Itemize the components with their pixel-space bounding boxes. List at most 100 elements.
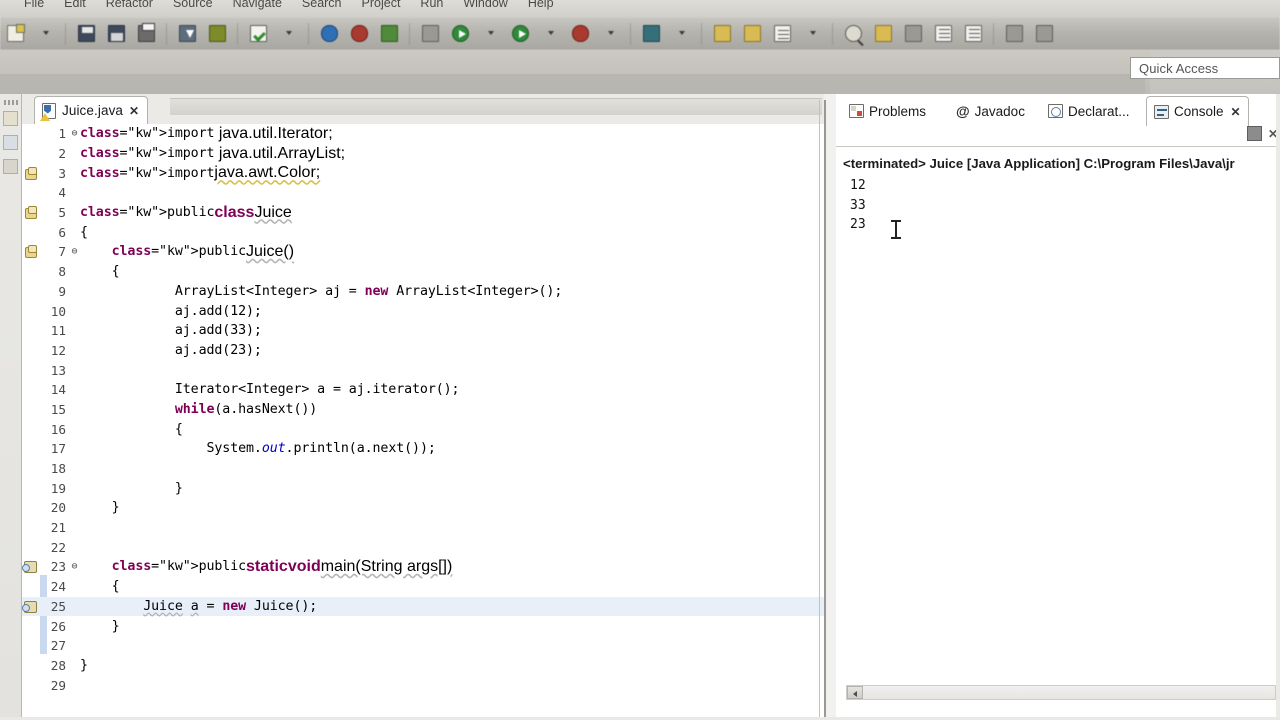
new-class-button[interactable] xyxy=(769,21,795,47)
code-line-5[interactable]: 5 class="kw">public class Juice xyxy=(22,203,824,223)
warning-marker-icon[interactable] xyxy=(24,206,40,220)
outline-icon[interactable] xyxy=(3,159,18,174)
menu-item-source[interactable]: Source xyxy=(163,0,223,10)
code-line-24[interactable]: 24 { xyxy=(22,577,824,597)
tab-declaration[interactable]: Declarat... xyxy=(1041,96,1137,126)
coverage-button[interactable] xyxy=(567,21,593,47)
close-icon[interactable]: ✕ xyxy=(1231,105,1241,119)
warning-marker-icon[interactable] xyxy=(24,166,40,180)
build-button[interactable] xyxy=(204,21,230,47)
new-class-dropdown[interactable] xyxy=(799,21,825,47)
menu-item-refactor[interactable]: Refactor xyxy=(96,0,163,10)
code-line-21[interactable]: 21 xyxy=(22,518,824,538)
code-line-8[interactable]: 8 { xyxy=(22,262,824,282)
quick-access-input[interactable]: Quick Access xyxy=(1130,57,1280,79)
new-package-button[interactable] xyxy=(739,21,765,47)
annotation-prev-button[interactable] xyxy=(930,21,956,47)
fold-toggle-icon[interactable]: ⊖ xyxy=(69,128,80,139)
code-line-16[interactable]: 16 { xyxy=(22,419,824,439)
fast-view-handle[interactable] xyxy=(3,100,18,105)
mark-occurrences-button[interactable] xyxy=(900,21,926,47)
type-hierarchy-icon[interactable] xyxy=(3,135,18,150)
forward-button[interactable] xyxy=(1031,21,1057,47)
code-line-25[interactable]: 25 Juice a = new Juice(); xyxy=(22,596,824,617)
search-field-button[interactable] xyxy=(840,21,866,47)
new-wizard-dropdown[interactable] xyxy=(32,21,58,47)
fold-toggle-icon[interactable]: ⊖ xyxy=(69,561,80,572)
menu-item-window[interactable]: Window xyxy=(453,0,517,10)
save-button[interactable] xyxy=(73,21,99,47)
code-line-22[interactable]: 22 xyxy=(22,537,824,557)
editor-console-divider[interactable] xyxy=(824,100,826,720)
new-java-project-button[interactable] xyxy=(709,21,735,47)
menu-item-help[interactable]: Help xyxy=(518,0,564,10)
open-task-button[interactable] xyxy=(870,21,896,47)
new-wizard-button[interactable] xyxy=(2,21,28,47)
validate-dropdown[interactable] xyxy=(275,21,301,47)
export-button[interactable] xyxy=(174,21,200,47)
warning-marker-icon[interactable] xyxy=(24,245,40,259)
back-button[interactable] xyxy=(1001,21,1027,47)
external-tools-dropdown[interactable] xyxy=(668,21,694,47)
menu-item-edit[interactable]: Edit xyxy=(54,0,96,10)
search-button[interactable] xyxy=(316,21,342,47)
code-line-2[interactable]: 2 class="kw">import java.util.ArrayList; xyxy=(22,144,824,164)
menu-item-project[interactable]: Project xyxy=(352,0,411,10)
close-icon[interactable]: ✕ xyxy=(129,105,139,117)
run-button[interactable] xyxy=(507,21,533,47)
run-dropdown[interactable] xyxy=(537,21,563,47)
code-line-9[interactable]: 9 ArrayList<Integer> aj = new ArrayList<… xyxy=(22,282,824,302)
external-tools-button[interactable] xyxy=(638,21,664,47)
save-all-button[interactable] xyxy=(103,21,129,47)
code-line-3[interactable]: 3 class="kw">import java.awt.Color; xyxy=(22,163,824,183)
menu-item-file[interactable]: File xyxy=(0,0,54,10)
menu-item-search[interactable]: Search xyxy=(292,0,352,10)
editor-tab-juice-java[interactable]: Juice.java ✕ xyxy=(34,96,149,124)
package-explorer-icon[interactable] xyxy=(3,111,18,126)
coverage-dropdown[interactable] xyxy=(597,21,623,47)
override-marker-icon[interactable] xyxy=(22,560,40,574)
open-resource-button[interactable] xyxy=(376,21,402,47)
terminate-button[interactable] xyxy=(1246,126,1262,141)
code-line-17[interactable]: 17 System.out.println(a.next()); xyxy=(22,439,824,459)
tab-javadoc[interactable]: @ Javadoc xyxy=(949,96,1032,126)
code-line-26[interactable]: 26 } xyxy=(22,616,824,636)
tab-declaration-label: Declarat... xyxy=(1068,103,1130,119)
code-line-15[interactable]: 15 while(a.hasNext()) xyxy=(22,400,824,420)
validate-button[interactable] xyxy=(245,21,271,47)
code-line-7[interactable]: 7 ⊖ class="kw">public Juice() xyxy=(22,242,824,262)
debug-dropdown[interactable] xyxy=(477,21,503,47)
code-editor[interactable]: 1 ⊖ class="kw">import java.util.Iterator; 2… xyxy=(22,124,824,720)
console-horizontal-scrollbar[interactable] xyxy=(846,685,1276,700)
code-line-11[interactable]: 11 aj.add(33); xyxy=(22,321,824,341)
open-type-button[interactable] xyxy=(346,21,372,47)
scrollbar-thumb[interactable] xyxy=(847,686,863,699)
code-line-1[interactable]: 1 ⊖ class="kw">import java.util.Iterator; xyxy=(22,124,824,144)
code-line-23[interactable]: 23 ⊖ class="kw">public static void main(S… xyxy=(22,557,824,577)
code-line-14[interactable]: 14 Iterator<Integer> a = aj.iterator(); xyxy=(22,380,824,400)
code-line-6[interactable]: 6{ xyxy=(22,222,824,242)
menu-item-run[interactable]: Run xyxy=(410,0,453,10)
annotation-next-button[interactable] xyxy=(960,21,986,47)
print-button[interactable] xyxy=(133,21,159,47)
search-icon xyxy=(320,25,338,42)
code-line-18[interactable]: 18 xyxy=(22,459,824,479)
code-line-4[interactable]: 4 xyxy=(22,183,824,203)
code-line-19[interactable]: 19 } xyxy=(22,478,824,498)
tab-console[interactable]: Console ✕ xyxy=(1146,96,1249,126)
code-line-28[interactable]: 28} xyxy=(22,656,824,676)
console-icon xyxy=(1154,104,1169,119)
code-line-10[interactable]: 10 aj.add(12); xyxy=(22,301,824,321)
code-line-29[interactable]: 29 xyxy=(22,675,824,695)
fold-toggle-icon[interactable]: ⊖ xyxy=(69,246,80,257)
code-line-27[interactable]: 27 xyxy=(22,636,824,656)
code-line-12[interactable]: 12 aj.add(23); xyxy=(22,341,824,361)
tab-problems[interactable]: Problems xyxy=(842,96,933,126)
skip-breakpoints-button[interactable] xyxy=(417,21,443,47)
code-line-20[interactable]: 20 } xyxy=(22,498,824,518)
debug-button[interactable] xyxy=(447,21,473,47)
code-line-13[interactable]: 13 xyxy=(22,360,824,380)
console-output-area[interactable]: <terminated> Juice [Java Application] C:… xyxy=(836,146,1280,668)
override-marker-icon[interactable] xyxy=(22,599,40,613)
menu-item-navigate[interactable]: Navigate xyxy=(223,0,292,10)
